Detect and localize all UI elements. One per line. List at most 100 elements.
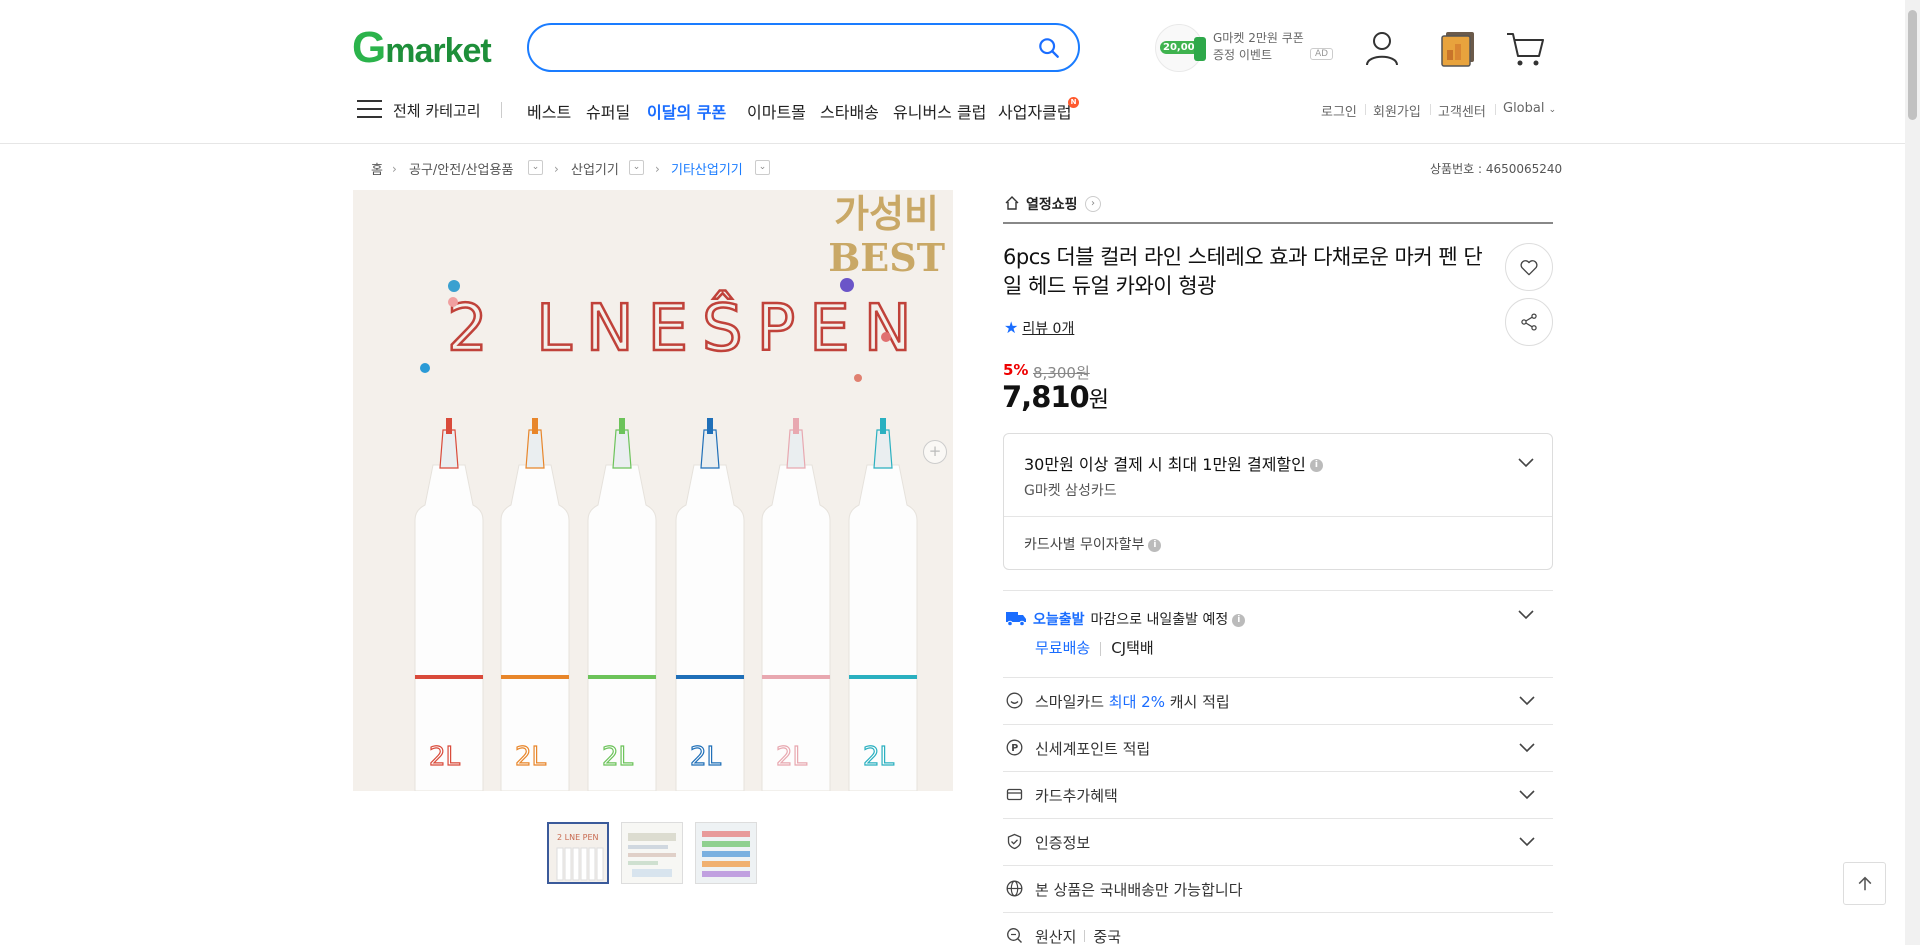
breadcrumb-category-1[interactable]: 공구/안전/산업용품 [409, 159, 513, 178]
nav-emart-mall[interactable]: 이마트몰 [747, 99, 806, 123]
pen-tip [786, 429, 806, 469]
scroll-to-top-button[interactable] [1843, 862, 1886, 905]
chevron-down-icon[interactable] [1518, 610, 1534, 620]
customer-center-link[interactable]: 고객센터 [1438, 101, 1486, 120]
wishlist-button[interactable] [1505, 243, 1553, 291]
breadcrumb-category-2[interactable]: 산업기기 [571, 159, 619, 178]
nav-universe-club[interactable]: 유니버스 클럽 [893, 99, 986, 123]
global-dropdown[interactable]: Global ⌄ [1503, 101, 1556, 116]
globe-icon [1006, 880, 1023, 897]
pen-tip [873, 429, 893, 469]
recent-viewed-icon[interactable] [1438, 28, 1478, 68]
pen-nib [532, 418, 538, 434]
share-button[interactable] [1505, 298, 1553, 346]
today-shipping-info: 오늘출발 마감으로 내일출발 예정 i [1033, 609, 1246, 629]
discount-rate: 5% [1003, 361, 1029, 379]
arrow-up-icon [1858, 876, 1872, 891]
pen-band [501, 675, 569, 679]
thumbnail-3[interactable] [695, 822, 757, 884]
pens-illustration: 2 LNEŜPEN 2L 2L 2L 2L 2L 2L [353, 190, 953, 791]
credit-card-icon [1006, 788, 1023, 801]
star-icon: ★ [1004, 318, 1019, 337]
review-link[interactable]: ★ 리뷰 0개 [1004, 318, 1074, 338]
pen-tip [439, 429, 459, 469]
pen-logo: 2L [602, 742, 634, 772]
nav-star-delivery[interactable]: 스타배송 [820, 99, 879, 123]
site-header: Gmarket 20,000 G마켓 2만원 쿠폰 증정 이벤트 AD 전체 카… [0, 0, 1905, 144]
smilecard-cashback-row[interactable]: 스마일카드 최대 2% 캐시 적립 [1003, 678, 1553, 725]
pen-nib [446, 418, 452, 434]
gmarket-logo[interactable]: Gmarket [352, 26, 492, 71]
chevron-down-icon[interactable]: ⌄ [755, 160, 770, 175]
chevron-down-icon [1519, 743, 1535, 753]
all-category-button[interactable]: 전체 카테고리 [393, 100, 481, 121]
coupon-image: 20,000 [1155, 24, 1206, 72]
pen-logo: 2L [863, 742, 895, 772]
promo-line1: G마켓 2만원 쿠폰 [1213, 31, 1304, 45]
zoom-icon[interactable]: + [923, 440, 947, 464]
installment-info[interactable]: 카드사별 무이자할부 i [1024, 534, 1162, 554]
pen-band [676, 675, 744, 679]
user-icon[interactable] [1362, 28, 1402, 68]
card-name: G마켓 삼성카드 [1024, 483, 1117, 499]
breadcrumb-home[interactable]: 홈 [371, 159, 383, 178]
search-bar [527, 23, 1080, 72]
free-shipping-label: 무료배송 [1035, 639, 1091, 657]
chevron-down-icon [1519, 696, 1535, 706]
pen-nib [880, 418, 886, 434]
chevron-down-icon [1519, 837, 1535, 847]
search-icon[interactable] [1038, 37, 1060, 59]
product-handwriting: 2 LNEŜPEN [447, 290, 926, 366]
nav-monthly-coupon[interactable]: 이달의 쿠폰 [647, 99, 726, 123]
chevron-down-icon[interactable]: ⌄ [528, 160, 543, 175]
origin-label: 원산지 [1035, 928, 1077, 945]
pen-tip [612, 429, 632, 469]
carrier-label: CJ택배 [1111, 639, 1154, 657]
thumbnail-2[interactable] [621, 822, 683, 884]
signup-link[interactable]: 회원가입 [1373, 101, 1421, 120]
truck-icon [1006, 612, 1026, 627]
search-input[interactable] [549, 35, 1009, 61]
pen-tip [700, 429, 720, 469]
nav-business-club[interactable]: 사업자클럽 [998, 99, 1072, 123]
product-main-image[interactable]: 2 LNEŜPEN 2L 2L 2L 2L 2L 2L 가성비 BEST [353, 190, 953, 791]
pen-nib [707, 418, 713, 434]
seller-shop-name[interactable]: 열정쇼핑 [1026, 194, 1078, 214]
shipping-methods: 무료배송 CJ택배 [1035, 637, 1154, 658]
coupon-promo-banner[interactable]: 20,000 G마켓 2만원 쿠폰 증정 이벤트 AD [1155, 24, 1334, 72]
pen-logo: 2L [690, 742, 722, 772]
chevron-down-icon [1519, 790, 1535, 800]
shinsegae-point-row[interactable]: P 신세계포인트 적립 [1003, 725, 1553, 772]
page-scrollbar[interactable] [1905, 0, 1920, 945]
pen-logo: 2L [776, 742, 808, 772]
chevron-right-icon[interactable]: › [1085, 196, 1101, 212]
origin-value: 중국 [1093, 928, 1122, 945]
card-extra-benefit-row[interactable]: 카드추가혜택 [1003, 772, 1553, 819]
chevron-down-icon[interactable]: ⌄ [629, 160, 644, 175]
shop-divider [1003, 222, 1553, 224]
nav-best[interactable]: 베스트 [527, 99, 571, 123]
info-icon[interactable]: i [1309, 459, 1323, 472]
chevron-right-icon: › [655, 162, 660, 176]
chevron-right-icon: › [392, 162, 397, 176]
hamburger-menu-icon[interactable] [357, 100, 382, 120]
card-discount-title[interactable]: 30만원 이상 결제 시 최대 1만원 결제할인 i [1024, 451, 1323, 475]
certification-info-row[interactable]: 인증정보 [1003, 819, 1553, 866]
new-badge: N [1068, 97, 1079, 108]
thumbnail-1[interactable]: 2 LNE PEN [547, 822, 609, 884]
breadcrumb-category-3[interactable]: 기타산업기기 [671, 159, 743, 178]
nav-divider [501, 102, 502, 118]
ad-label: AD [1310, 48, 1334, 60]
chevron-down-icon[interactable] [1518, 458, 1534, 468]
product-title: 6pcs 더블 컬러 라인 스테레오 효과 다채로운 마커 펜 단일 헤드 듀얼… [1003, 245, 1483, 298]
domestic-shipping-row: 본 상품은 국내배송만 가능합니다 [1003, 866, 1553, 913]
cart-icon[interactable] [1505, 28, 1545, 68]
info-icon[interactable]: i [1232, 613, 1246, 627]
shop-home-icon [1005, 196, 1019, 210]
product-number: 상품번호 : 4650065240 [1430, 162, 1563, 176]
nav-superdeal[interactable]: 슈퍼딜 [586, 99, 630, 123]
point-icon: P [1006, 739, 1023, 756]
pen-logo: 2L [515, 742, 547, 772]
info-icon[interactable]: i [1148, 538, 1162, 552]
login-link[interactable]: 로그인 [1321, 101, 1357, 120]
